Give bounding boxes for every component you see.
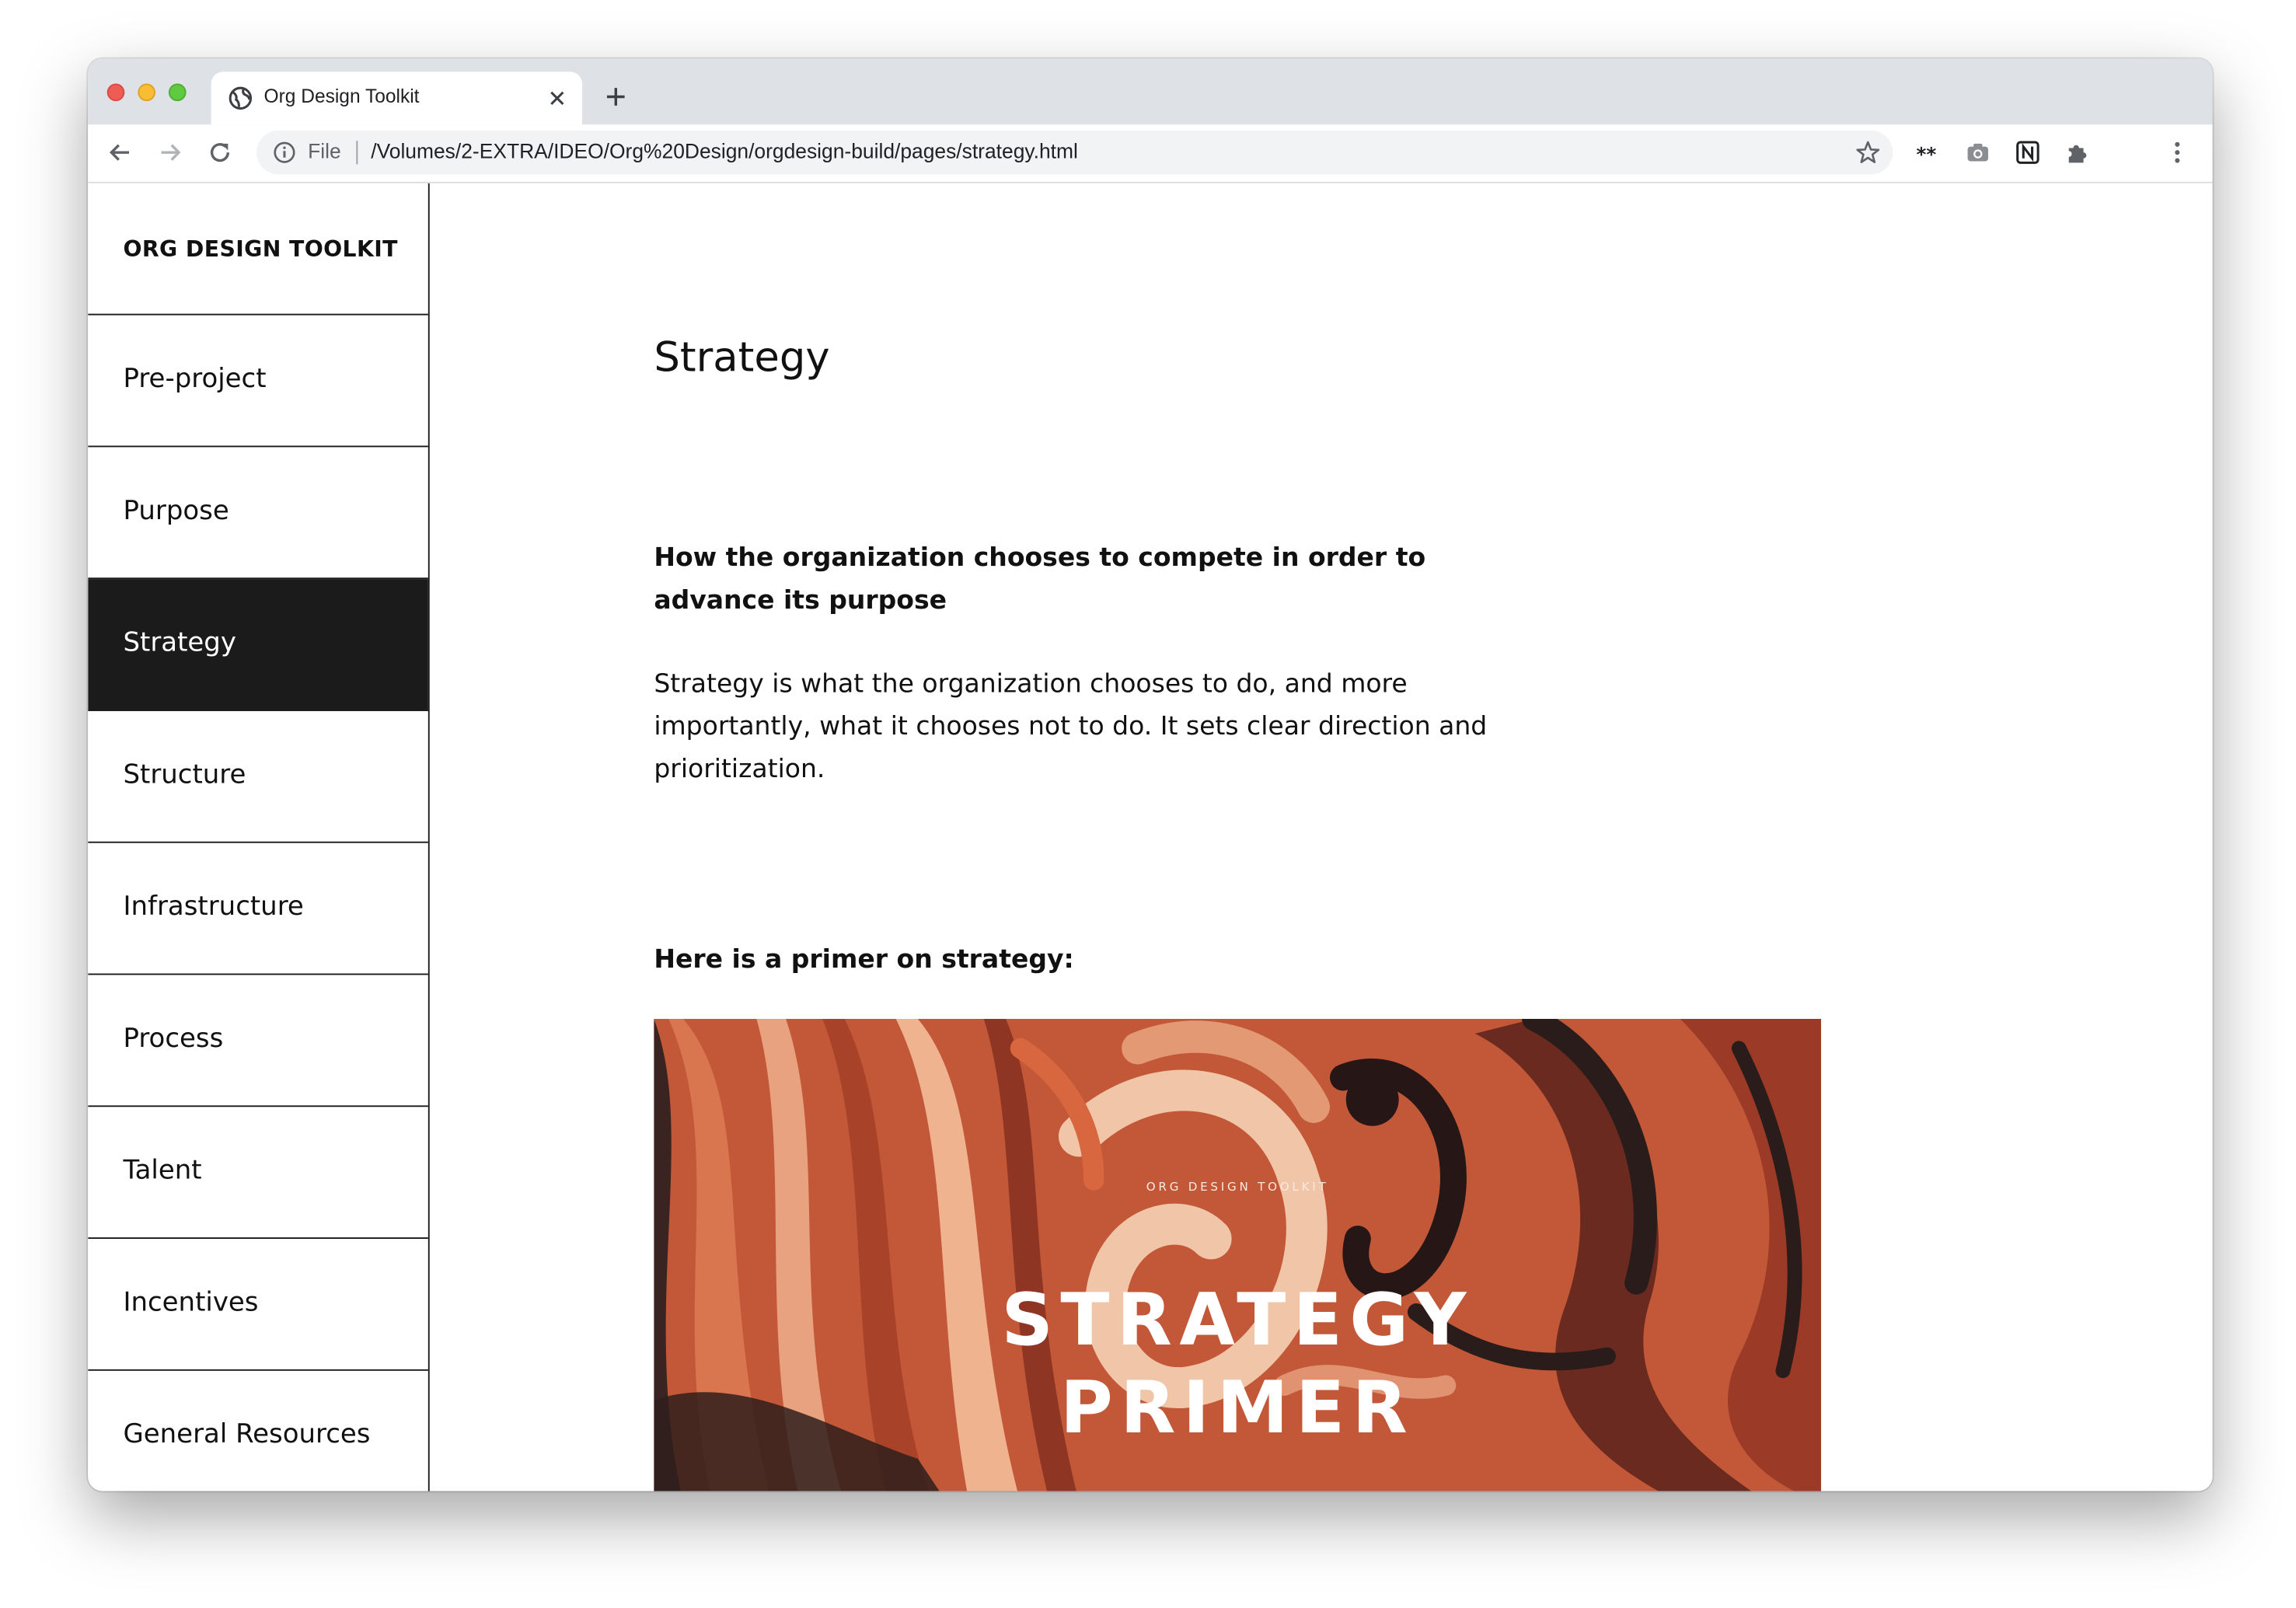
zoom-window-button[interactable] — [168, 83, 187, 102]
new-tab-icon[interactable] — [602, 84, 629, 110]
star-icon[interactable] — [1855, 139, 1881, 166]
sidebar-item-label: Purpose — [123, 495, 229, 527]
sidebar-item-label: General Resources — [123, 1419, 371, 1450]
sidebar-item-label: Incentives — [123, 1287, 259, 1318]
sidebar-item-general-resources[interactable]: General Resources — [88, 1371, 428, 1491]
notion-icon[interactable] — [2015, 139, 2041, 166]
sidebar-item-label: Process — [123, 1023, 224, 1055]
strategy-primer-card[interactable]: ORG DESIGN TOOLKIT STRATEGY PRIMER — [654, 1019, 1821, 1491]
svg-text:**: ** — [1917, 144, 1937, 166]
sidebar-item-talent[interactable]: Talent — [88, 1107, 428, 1240]
sidebar-item-label: Pre-project — [123, 363, 267, 395]
sidebar-nav: ORG DESIGN TOOLKIT Pre-project Purpose S… — [88, 183, 430, 1491]
brand-title: ORG DESIGN TOOLKIT — [123, 235, 398, 263]
lead-paragraph: How the organization chooses to compete … — [654, 543, 1426, 616]
globe-icon — [229, 86, 253, 110]
tab-strip: Org Design Toolkit — [88, 58, 2213, 125]
extension-asterisk-icon[interactable]: ** — [1915, 139, 1942, 166]
scheme-label: File — [308, 139, 341, 163]
body-paragraph: Strategy is what the organization choose… — [654, 670, 1488, 785]
close-window-button[interactable] — [106, 83, 125, 102]
sidebar-item-purpose[interactable]: Purpose — [88, 447, 428, 580]
address-bar[interactable]: File /Volumes/2-EXTRA/IDEO/Org%20Design/… — [256, 130, 1893, 175]
camera-icon[interactable] — [1965, 139, 1991, 166]
minimize-window-button[interactable] — [138, 83, 155, 102]
reload-icon[interactable] — [207, 139, 233, 166]
page-title: Strategy — [654, 333, 830, 382]
browser-toolbar: File /Volumes/2-EXTRA/IDEO/Org%20Design/… — [88, 124, 2213, 183]
sidebar-item-label: Strategy — [123, 627, 236, 658]
info-icon[interactable] — [273, 141, 296, 164]
primer-title-line: STRATEGY — [1001, 1278, 1474, 1362]
tab-title: Org Design Toolkit — [263, 85, 420, 107]
sidebar-item-incentives[interactable]: Incentives — [88, 1239, 428, 1371]
kebab-menu-icon[interactable] — [2164, 139, 2190, 166]
sidebar-item-label: Infrastructure — [123, 891, 304, 923]
page-viewport: ORG DESIGN TOOLKIT Pre-project Purpose S… — [88, 183, 2213, 1491]
primer-title: STRATEGY PRIMER — [654, 1277, 1821, 1453]
sidebar-item-strategy[interactable]: Strategy — [88, 579, 428, 711]
sidebar-item-label: Talent — [123, 1155, 202, 1187]
sidebar-item-process[interactable]: Process — [88, 975, 428, 1107]
forward-icon[interactable] — [157, 139, 183, 166]
puzzle-icon[interactable] — [2064, 139, 2091, 166]
back-icon[interactable] — [107, 139, 134, 166]
primer-title-line: PRIMER — [1060, 1366, 1415, 1450]
primer-label: Here is a primer on strategy: — [654, 945, 1074, 975]
browser-window: Org Design Toolkit File /Volumes/2-EXTRA… — [88, 58, 2213, 1491]
close-tab-icon[interactable] — [546, 86, 569, 110]
primer-eyebrow: ORG DESIGN TOOLKIT — [1146, 1180, 1329, 1194]
sidebar-item-pre-project[interactable]: Pre-project — [88, 316, 428, 448]
sidebar-item-label: Structure — [123, 759, 246, 790]
brand-header[interactable]: ORG DESIGN TOOLKIT — [88, 183, 428, 316]
sidebar-item-infrastructure[interactable]: Infrastructure — [88, 843, 428, 975]
browser-tab[interactable]: Org Design Toolkit — [211, 72, 582, 125]
url-text[interactable]: /Volumes/2-EXTRA/IDEO/Org%20Design/orgde… — [371, 139, 1078, 162]
address-divider — [356, 141, 358, 165]
sidebar-item-structure[interactable]: Structure — [88, 711, 428, 843]
